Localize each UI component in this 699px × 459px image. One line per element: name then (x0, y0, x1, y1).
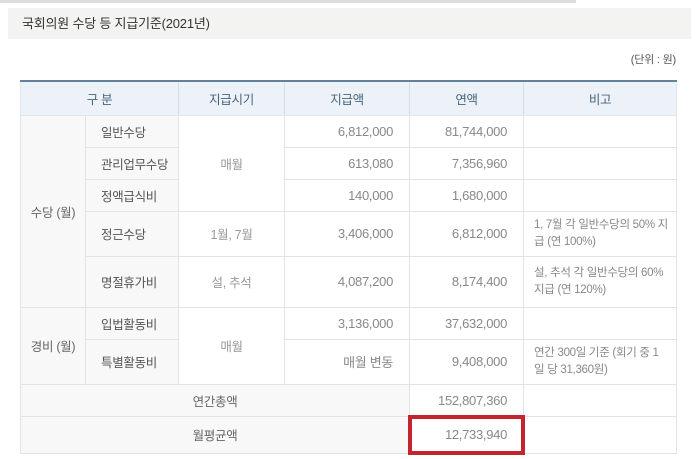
table-row: 경비 (월) 입법활동비 매월 3,136,000 37,632,000 (21, 307, 677, 339)
summary-row-monthly-average: 월평균액 12,733,940 (21, 416, 677, 453)
monthly-average-value: 12,733,940 (445, 427, 507, 442)
summary-label: 월평균액 (21, 416, 410, 453)
item-cell: 명절휴가비 (86, 256, 179, 307)
table-row: 정근수당 1월, 7월 3,406,000 6,812,000 1, 7월 각 … (21, 211, 677, 256)
note-cell (524, 179, 677, 211)
note-cell (524, 384, 677, 416)
item-cell: 일반수당 (86, 115, 179, 147)
note-cell: 설, 추석 각 일반수당의 60% 지급 (연 120%) (524, 256, 677, 307)
item-cell: 입법활동비 (86, 307, 179, 339)
table-row: 정액급식비 140,000 1,680,000 (21, 179, 677, 211)
annual-cell: 37,632,000 (410, 307, 524, 339)
amount-cell: 140,000 (285, 179, 410, 211)
annual-cell: 7,356,960 (410, 147, 524, 179)
page: 국회의원 수당 등 지급기준(2021년) (단위 : 원) 구 분 지급시기 … (0, 0, 699, 459)
table-row: 명절휴가비 설, 추석 4,087,200 8,174,400 설, 추석 각 … (21, 256, 677, 307)
table-row: 관리업무수당 613,080 7,356,960 (21, 147, 677, 179)
allowance-table: 구 분 지급시기 지급액 연액 비고 수당 (월) 일반수당 매월 6,812,… (20, 80, 677, 454)
header-period: 지급시기 (179, 81, 285, 115)
note-cell (524, 147, 677, 179)
table-row: 특별활동비 매월 변동 9,408,000 연간 300일 기준 (회기 중 1… (21, 339, 677, 384)
annual-cell: 6,812,000 (410, 211, 524, 256)
table-row: 수당 (월) 일반수당 매월 6,812,000 81,744,000 (21, 115, 677, 147)
header-amount: 지급액 (285, 81, 410, 115)
group-sudang-cell: 수당 (월) (21, 115, 86, 307)
annual-cell: 81,744,000 (410, 115, 524, 147)
monthly-average-value-cell: 12,733,940 (410, 416, 524, 453)
page-title-bar: 국회의원 수당 등 지급기준(2021년) (8, 8, 691, 39)
page-title: 국회의원 수당 등 지급기준(2021년) (22, 16, 210, 31)
period-cell: 매월 (179, 307, 285, 384)
summary-row-annual-total: 연간총액 152,807,360 (21, 384, 677, 416)
annual-cell: 1,680,000 (410, 179, 524, 211)
annual-total-value: 152,807,360 (410, 384, 524, 416)
note-cell (524, 115, 677, 147)
period-cell: 매월 (179, 115, 285, 211)
note-cell: 연간 300일 기준 (회기 중 1일 당 31,360원) (524, 339, 677, 384)
header-annual: 연액 (410, 81, 524, 115)
top-edge-strip (0, 0, 576, 3)
group-gyeongbi-cell: 경비 (월) (21, 307, 86, 384)
table-header-row: 구 분 지급시기 지급액 연액 비고 (21, 81, 677, 115)
item-cell: 특별활동비 (86, 339, 179, 384)
note-cell (524, 307, 677, 339)
amount-cell: 6,812,000 (285, 115, 410, 147)
annual-cell: 8,174,400 (410, 256, 524, 307)
amount-cell: 3,406,000 (285, 211, 410, 256)
amount-cell: 3,136,000 (285, 307, 410, 339)
amount-cell: 613,080 (285, 147, 410, 179)
amount-cell: 매월 변동 (285, 339, 410, 384)
note-cell: 1, 7월 각 일반수당의 50% 지급 (연 100%) (524, 211, 677, 256)
item-cell: 관리업무수당 (86, 147, 179, 179)
period-cell: 설, 추석 (179, 256, 285, 307)
amount-cell: 4,087,200 (285, 256, 410, 307)
unit-note: (단위 : 원) (631, 51, 676, 67)
note-cell (524, 416, 677, 453)
header-note: 비고 (524, 81, 677, 115)
item-cell: 정근수당 (86, 211, 179, 256)
annual-cell: 9,408,000 (410, 339, 524, 384)
summary-label: 연간총액 (21, 384, 410, 416)
header-gubun: 구 분 (21, 81, 179, 115)
item-cell: 정액급식비 (86, 179, 179, 211)
period-cell: 1월, 7월 (179, 211, 285, 256)
